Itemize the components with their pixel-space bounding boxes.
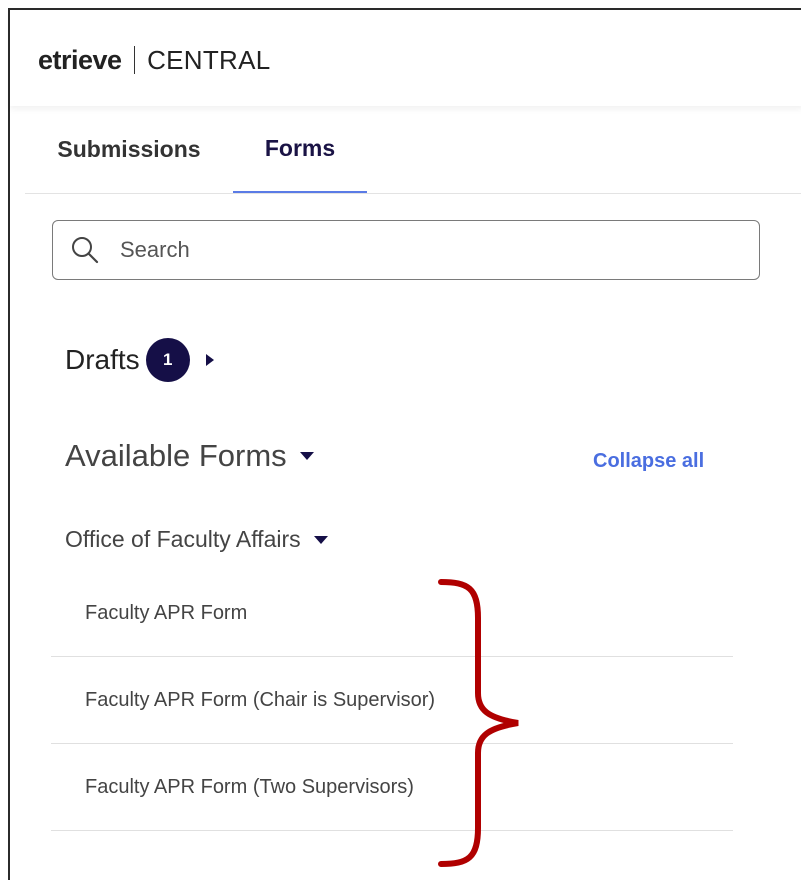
drafts-section[interactable]: Drafts 1 <box>65 338 216 382</box>
tab-bar: Submissions Forms <box>25 106 801 194</box>
collapse-all-link[interactable]: Collapse all <box>593 450 704 473</box>
form-item[interactable]: Faculty APR Form (Chair is Supervisor) <box>51 657 733 744</box>
caret-down-icon[interactable] <box>299 451 315 461</box>
available-forms-label: Available Forms <box>65 438 287 473</box>
product-name: CENTRAL <box>147 44 271 75</box>
drafts-count-badge: 1 <box>145 338 190 382</box>
forms-list: Faculty APR Form Faculty APR Form (Chair… <box>51 570 733 831</box>
caret-down-icon[interactable] <box>313 535 329 545</box>
drafts-label: Drafts <box>65 344 140 375</box>
logo[interactable]: etrieve CENTRAL <box>38 40 271 80</box>
tab-submissions[interactable]: Submissions <box>25 106 233 192</box>
app-header: etrieve CENTRAL <box>10 10 801 106</box>
tab-forms[interactable]: Forms <box>233 106 367 193</box>
app-window: etrieve CENTRAL Submissions Forms Drafts… <box>8 8 801 880</box>
form-group-header[interactable]: Office of Faculty Affairs <box>65 526 329 553</box>
available-forms-header[interactable]: Available Forms <box>65 438 315 474</box>
form-item[interactable]: Faculty APR Form (Two Supervisors) <box>51 744 733 831</box>
form-group-label: Office of Faculty Affairs <box>65 526 301 552</box>
form-item[interactable]: Faculty APR Form <box>51 570 733 657</box>
search-icon <box>72 237 99 264</box>
logo-divider <box>133 46 136 74</box>
search-input[interactable] <box>118 236 722 264</box>
search-box[interactable] <box>52 220 760 280</box>
logo-wordmark: etrieve <box>38 44 122 75</box>
brace-annotation <box>438 579 519 867</box>
caret-right-icon[interactable] <box>204 352 216 368</box>
